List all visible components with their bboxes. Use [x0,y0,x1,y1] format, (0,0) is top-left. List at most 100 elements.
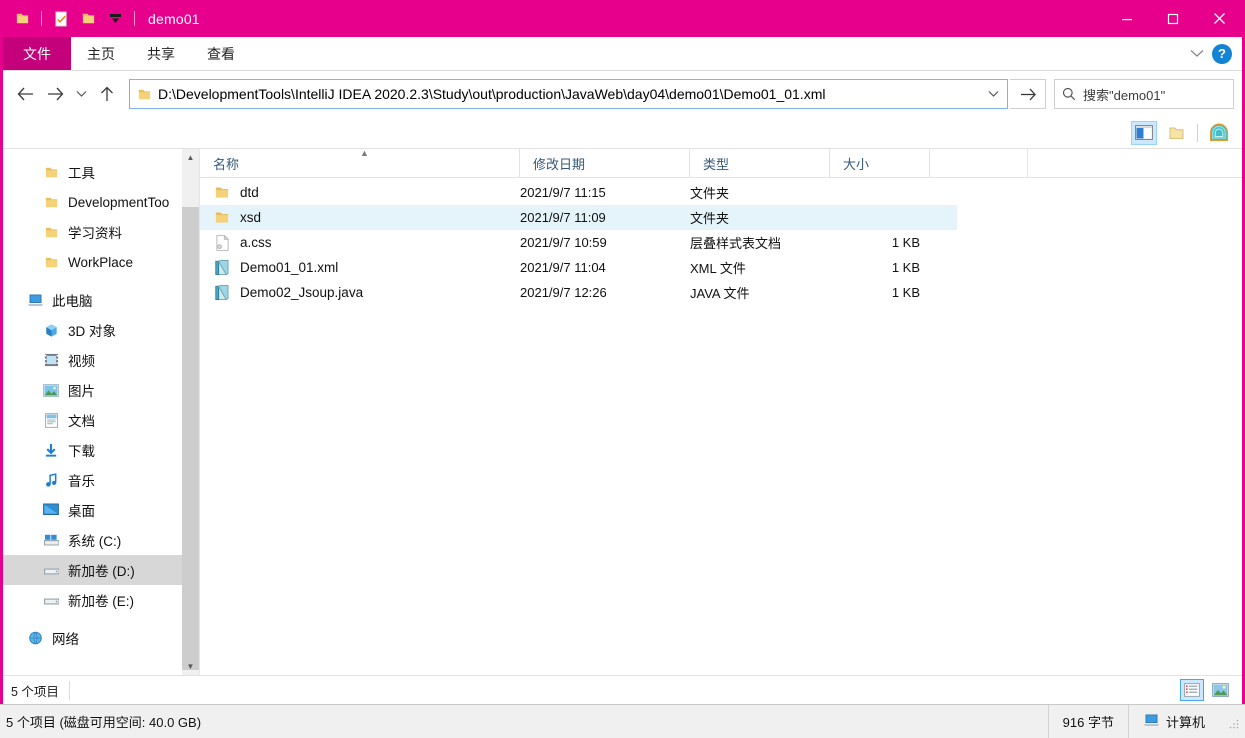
sidebar-scrollbar[interactable]: ▲ ▼ [182,149,199,675]
minimize-button[interactable] [1104,0,1150,37]
help-icon[interactable]: ? [1212,43,1232,64]
java-file-icon [213,284,231,302]
status-bar: 5 个项目 [3,675,1242,704]
address-bar: D:\DevelopmentTools\IntelliJ IDEA 2020.2… [3,71,1242,117]
sidebar-group-gap-2 [3,615,199,623]
sidebar-item-label: 系统 (C:) [68,534,122,549]
sidebar-item-label: 学习资料 [68,226,122,241]
sidebar-item-workplace[interactable]: WorkPlace [3,247,199,277]
file-date-cell: 2021/9/7 12:26 [520,285,607,300]
bottom-location-text: 计算机 [1165,715,1205,730]
sidebar-item-this-pc[interactable]: 此电脑 [3,285,199,315]
table-row[interactable]: Demo01_01.xml 2021/9/7 11:04 XML 文件 1 KB [200,255,957,280]
view-toggle-group [1180,679,1242,701]
folder-icon [41,162,61,182]
tab-home[interactable]: 主页 [71,37,131,70]
sidebar-item-music[interactable]: 音乐 [3,465,199,495]
sidebar-item-desktop[interactable]: 桌面 [3,495,199,525]
sidebar-item-label: WorkPlace [68,254,134,270]
scroll-down-icon[interactable]: ▼ [182,658,199,675]
window-title: demo01 [148,10,200,27]
up-button[interactable] [93,79,121,109]
sidebar-item-label: 此电脑 [52,294,93,309]
bottom-summary-bar: 5 个项目 (磁盘可用空间: 40.0 GB) 916 字节 计算机 [0,704,1245,738]
table-row[interactable]: Demo02_Jsoup.java 2021/9/7 12:26 JAVA 文件… [200,280,957,305]
folder-icon[interactable] [11,8,33,30]
3d-objects-icon [41,320,61,340]
recent-locations-icon[interactable] [71,79,91,109]
file-list: dtd 2021/9/7 11:15 文件夹 xsd 2021/9/7 11:0… [200,178,1242,675]
videos-icon [41,350,61,370]
resize-grip[interactable] [1229,717,1239,728]
sidebar-item-documents[interactable]: 文档 [3,405,199,435]
column-header-extra[interactable] [930,149,1028,177]
forward-button[interactable] [41,79,69,109]
address-input[interactable]: D:\DevelopmentTools\IntelliJ IDEA 2020.2… [129,79,1008,109]
table-row[interactable]: dtd 2021/9/7 11:15 文件夹 [200,180,957,205]
preview-pane-icon[interactable] [1131,120,1157,145]
navigation-pane: 工具 DevelopmentToo 学习资料 WorkPlace 此电脑 3D … [3,149,199,675]
drive-icon [41,590,61,610]
file-name-text: xsd [240,210,262,225]
close-button[interactable] [1196,0,1242,37]
sidebar-item-3d-objects[interactable]: 3D 对象 [3,315,199,345]
sidebar-item-label: 新加卷 (E:) [68,594,134,609]
maximize-button[interactable] [1150,0,1196,37]
scroll-up-icon[interactable]: ▲ [182,149,199,166]
music-icon [41,470,61,490]
back-button[interactable] [11,79,39,109]
table-row[interactable]: a.css 2021/9/7 10:59 层叠样式表文档 1 KB [200,230,957,255]
sidebar-item-videos[interactable]: 视频 [3,345,199,375]
refresh-go-button[interactable] [1010,79,1046,109]
explorer-body: 工具 DevelopmentToo 学习资料 WorkPlace 此电脑 3D … [3,148,1242,675]
search-input[interactable]: 搜索"demo01" [1083,85,1165,104]
file-size-cell: 1 KB [891,285,920,300]
bottom-location-cell: 计算机 [1127,705,1219,738]
sidebar-item-tools[interactable]: 工具 [3,157,199,187]
sidebar-item-label: 新加卷 (D:) [68,564,135,579]
file-name-cell: dtd [200,184,520,202]
column-header-size[interactable]: 大小 [830,149,930,177]
system-drive-icon [41,530,61,550]
details-view-icon[interactable] [1180,679,1204,701]
folder-options-icon[interactable] [1163,121,1189,145]
sidebar-item-study-materials[interactable]: 学习资料 [3,217,199,247]
file-name-text: dtd [240,185,259,200]
secondary-toolbar [3,117,1242,149]
sidebar-item-label: 下载 [68,444,95,459]
search-icon [1055,87,1083,101]
sidebar-item-volume-e[interactable]: 新加卷 (E:) [3,585,199,615]
file-type-cell: XML 文件 [690,261,746,276]
column-header-type[interactable]: 类型 [690,149,830,177]
customize-dropdown-icon[interactable] [104,8,126,30]
sidebar-item-developmenttools[interactable]: DevelopmentToo [3,187,199,217]
sidebar-item-label: 文档 [68,414,95,429]
qat-divider [41,11,42,26]
file-name-text: Demo02_Jsoup.java [240,285,364,300]
sidebar-item-system-c[interactable]: 系统 (C:) [3,525,199,555]
table-row[interactable]: xsd 2021/9/7 11:09 文件夹 [200,205,957,230]
documents-icon [41,410,61,430]
file-type-cell: JAVA 文件 [690,286,750,301]
chevron-down-icon[interactable] [1190,46,1204,61]
sidebar-item-label: 网络 [52,632,79,647]
tab-file[interactable]: 文件 [3,37,71,70]
tab-view[interactable]: 查看 [191,37,251,70]
search-box[interactable]: 搜索"demo01" [1054,79,1234,109]
sidebar-item-pictures[interactable]: 图片 [3,375,199,405]
properties-icon[interactable] [50,8,72,30]
pictures-icon [41,380,61,400]
tab-share[interactable]: 共享 [131,37,191,70]
window-controls [1104,0,1242,37]
sidebar-item-network[interactable]: 网络 [3,623,199,653]
large-icons-view-icon[interactable] [1208,679,1232,701]
shell-icon[interactable] [1206,121,1232,145]
new-folder-icon[interactable] [77,8,99,30]
scrollbar-thumb[interactable] [182,207,199,670]
address-chevron-down-icon[interactable] [979,90,1007,98]
column-header-date[interactable]: 修改日期 [520,149,690,177]
sidebar-item-downloads[interactable]: 下载 [3,435,199,465]
sidebar-item-volume-d[interactable]: 新加卷 (D:) [3,555,199,585]
ribbon-tab-bar: 文件 主页 共享 查看 ? [3,37,1242,71]
